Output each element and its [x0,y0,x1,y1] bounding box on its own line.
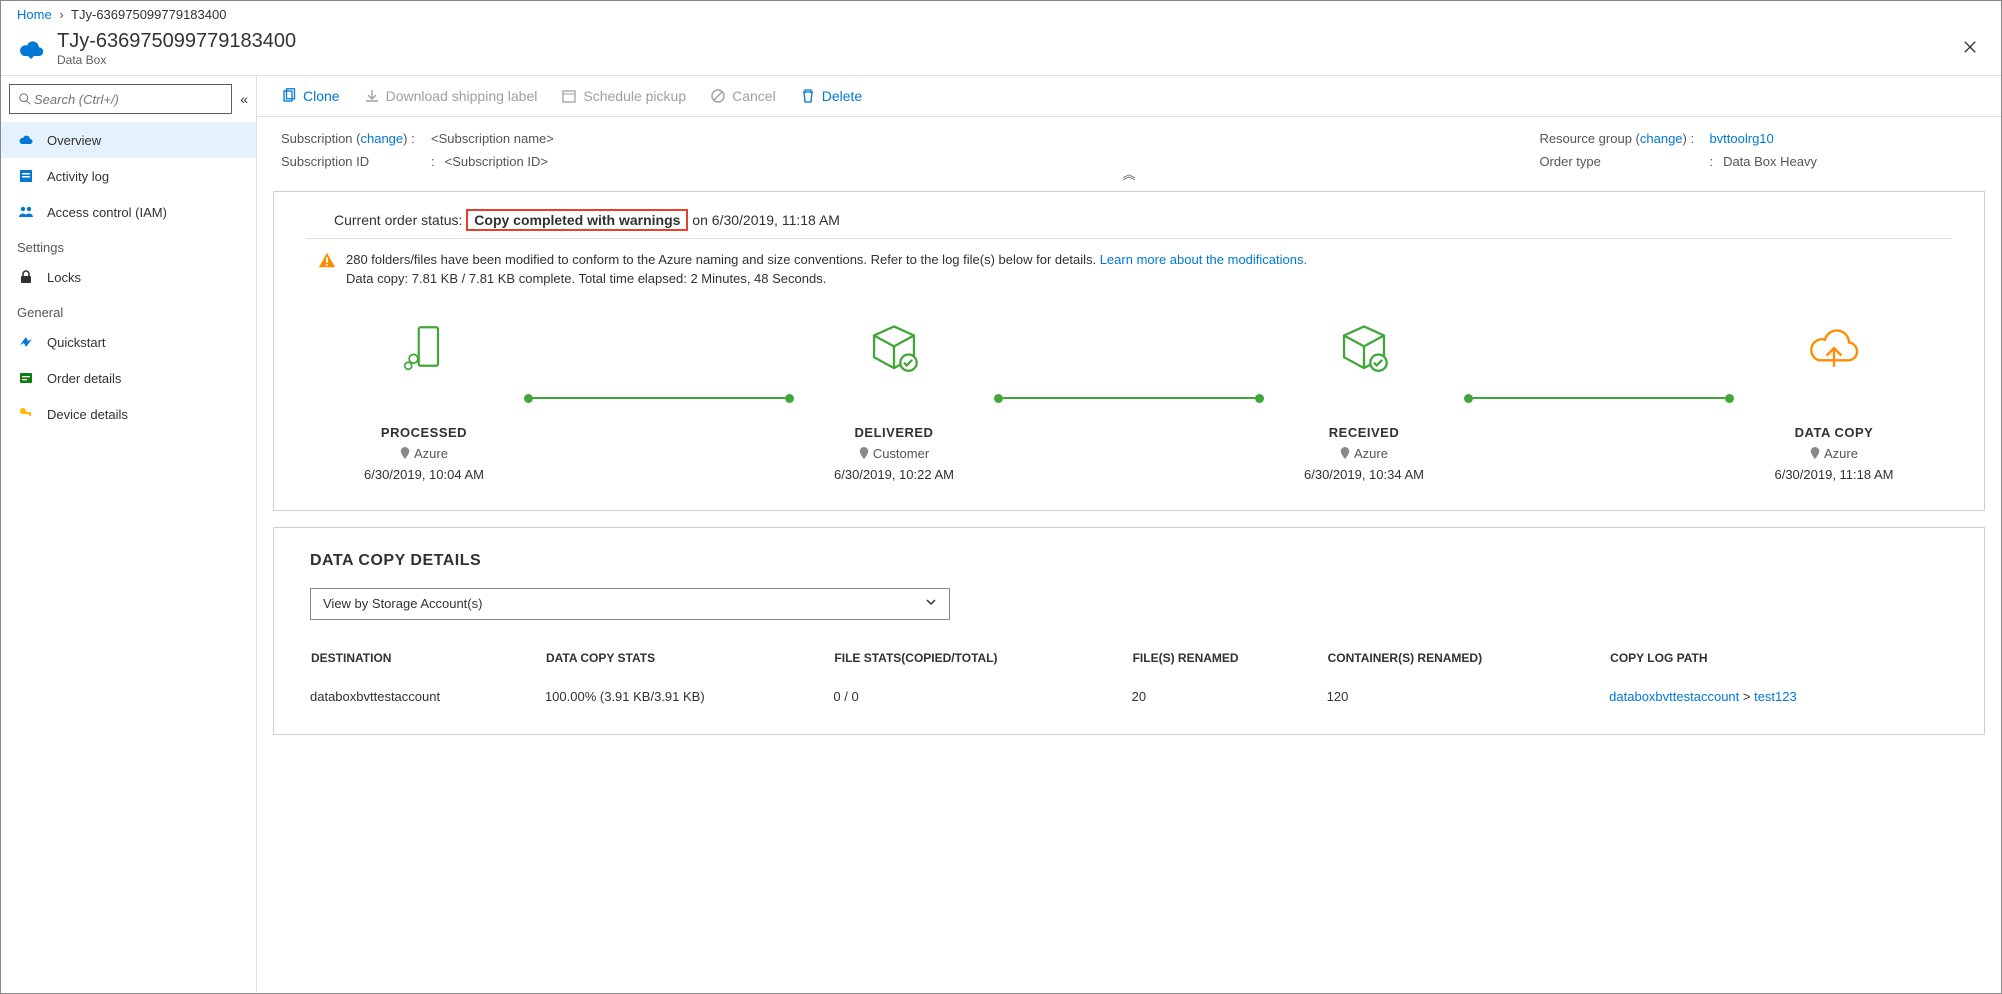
phase-received: RECEIVED Azure 6/30/2019, 10:34 AM [1264,315,1464,482]
details-heading: DATA COPY DETAILS [310,552,1948,570]
collapse-sidebar-icon[interactable]: « [240,91,248,107]
sidebar-item-order-details[interactable]: Order details [1,360,256,396]
download-shipping-label-button[interactable]: Download shipping label [364,88,538,104]
pin-icon [400,447,410,459]
subscription-id-row: Subscription ID: <Subscription ID> [281,154,554,169]
subscription-row: Subscription (change) : <Subscription na… [281,131,554,146]
order-status-card: Current order status: Copy completed wit… [273,191,1985,511]
sidebar-item-label: Overview [47,133,101,148]
page-title: TJy-636975099779183400 [57,30,296,53]
quickstart-icon [17,333,35,351]
sidebar-item-overview[interactable]: Overview [1,122,256,158]
sidebar-section-general: General [1,295,256,324]
page-subtitle: Data Box [57,53,296,67]
log-path-container-link[interactable]: test123 [1754,689,1797,704]
resource-group-row: Resource group (change) : bvttoolrg10 [1539,131,1817,146]
block-icon [710,88,726,104]
col-filestats: FILE STATS(COPIED/TOTAL) [833,650,1131,683]
order-type-row: Order type: Data Box Heavy [1539,154,1817,169]
sidebar-item-access-control[interactable]: Access control (IAM) [1,194,256,230]
pin-icon [859,447,869,459]
databox-cloud-icon [17,35,45,63]
col-containers: CONTAINER(S) RENAMED) [1327,650,1610,683]
schedule-pickup-button[interactable]: Schedule pickup [561,88,686,104]
sidebar-item-quickstart[interactable]: Quickstart [1,324,256,360]
lock-icon [17,268,35,286]
col-logpath: COPY LOG PATH [1609,650,1948,683]
warning-icon [318,251,336,289]
log-path-account-link[interactable]: databoxbvttestaccount [1609,689,1739,704]
clone-button[interactable]: Clone [281,88,340,104]
sidebar-item-label: Activity log [47,169,109,184]
phase-tracker: PROCESSED Azure 6/30/2019, 10:04 AM DELI… [306,305,1952,482]
sidebar-item-device-details[interactable]: Device details [1,396,256,432]
copy-icon [281,88,297,104]
resource-group-value[interactable]: bvttoolrg10 [1709,131,1773,146]
subscription-change-link[interactable]: change [360,131,403,146]
download-icon [364,88,380,104]
breadcrumb: Home › TJy-636975099779183400 [1,1,2001,28]
key-icon [17,405,35,423]
subscription-value: <Subscription name> [431,131,554,146]
people-icon [17,203,35,221]
search-icon [18,92,32,106]
log-icon [17,167,35,185]
delete-button[interactable]: Delete [800,88,862,104]
sidebar-item-label: Device details [47,407,128,422]
pin-icon [1340,447,1350,459]
table-row: databoxbvttestaccount 100.00% (3.91 KB/3… [310,683,1948,710]
col-filesrenamed: FILE(S) RENAMED [1132,650,1327,683]
cloud-icon [17,131,35,149]
sidebar-item-activity-log[interactable]: Activity log [1,158,256,194]
pin-icon [1810,447,1820,459]
phase-data-copy: DATA COPY Azure 6/30/2019, 11:18 AM [1734,315,1934,482]
server-icon [324,315,524,385]
copy-details-table: DESTINATION DATA COPY STATS FILE STATS(C… [310,650,1948,710]
chevron-right-icon: › [59,7,63,22]
sidebar-item-label: Order details [47,371,121,386]
breadcrumb-home[interactable]: Home [17,7,52,22]
status-highlight: Copy completed with warnings [466,209,688,231]
warning-banner: 280 folders/files have been modified to … [306,239,1952,305]
col-destination: DESTINATION [310,650,545,683]
learn-more-link[interactable]: Learn more about the modifications. [1100,252,1307,267]
data-copy-details-card: DATA COPY DETAILS View by Storage Accoun… [273,527,1985,735]
chevron-down-icon [925,596,937,611]
breadcrumb-current: TJy-636975099779183400 [71,7,226,22]
sidebar-item-locks[interactable]: Locks [1,259,256,295]
col-stats: DATA COPY STATS [545,650,833,683]
close-button[interactable] [1955,30,1985,67]
package-check-icon [794,315,994,385]
rg-change-link[interactable]: change [1640,131,1683,146]
cloud-upload-icon [1734,315,1934,385]
sidebar-item-label: Locks [47,270,81,285]
sidebar-item-label: Access control (IAM) [47,205,167,220]
search-input[interactable] [9,84,232,114]
phase-processed: PROCESSED Azure 6/30/2019, 10:04 AM [324,315,524,482]
sidebar-item-label: Quickstart [47,335,106,350]
chevron-up-icon[interactable]: ︽ [1122,164,1135,183]
order-status-line: Current order status: Copy completed wit… [306,212,1952,239]
phase-delivered: DELIVERED Customer 6/30/2019, 10:22 AM [794,315,994,482]
trash-icon [800,88,816,104]
sidebar-section-settings: Settings [1,230,256,259]
cancel-button[interactable]: Cancel [710,88,776,104]
subscription-id-value: <Subscription ID> [445,154,548,169]
view-by-select[interactable]: View by Storage Account(s) [310,588,950,620]
package-check-icon [1264,315,1464,385]
order-icon [17,369,35,387]
order-type-value: Data Box Heavy [1723,154,1817,169]
calendar-icon [561,88,577,104]
